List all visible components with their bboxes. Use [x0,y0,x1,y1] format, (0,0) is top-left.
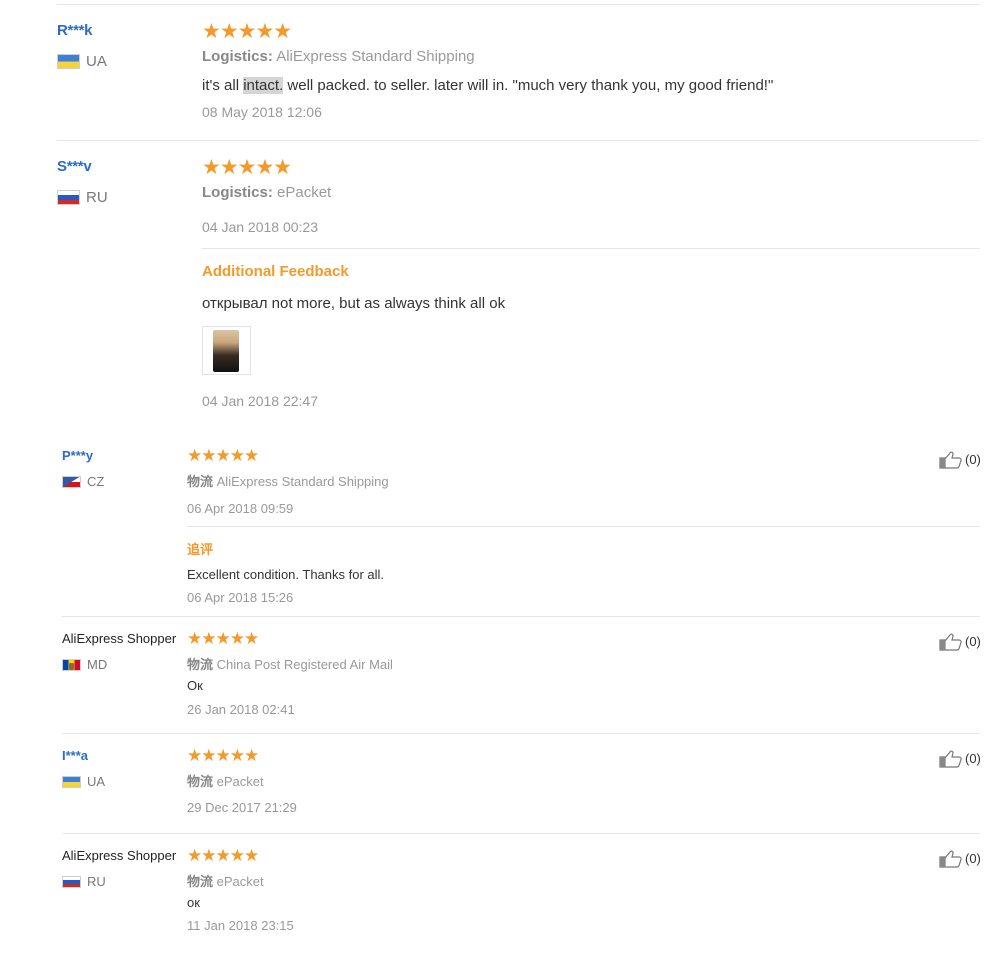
helpful-button[interactable]: (0) [939,849,981,868]
country-code: UA [86,53,107,70]
additional-feedback-label: Additional Feedback [202,263,349,280]
ukraine-flag-icon [57,53,80,69]
star-rating: ★★★★★ [187,746,259,765]
review-date: 06 Apr 2018 09:59 [187,501,294,516]
divider [202,248,980,249]
country-code: MD [87,657,108,672]
reviewer-name: AliExpress Shopper [62,631,177,646]
review-text: it's all intact. well packed. to seller.… [202,77,773,94]
helpful-count: (0) [965,851,981,866]
reviewer-name[interactable]: I***a [62,748,88,763]
photo-image [213,330,239,372]
helpful-button[interactable]: (0) [939,749,981,768]
review-date: 29 Dec 2017 21:29 [187,800,297,815]
logistics-line: 物流 ePacket [187,871,264,890]
reviewer-country: RU [57,189,108,206]
additional-feedback-label: 追评 [187,542,214,557]
review-text-part: it's all [202,77,244,94]
country-code: UA [87,774,106,789]
divider [187,526,980,527]
review-date: 08 May 2018 12:06 [202,104,322,120]
russia-flag-icon [57,189,80,205]
reviewer-name[interactable]: P***y [62,448,93,463]
logistics-label: 物流 [187,774,214,789]
review-date: 26 Jan 2018 02:41 [187,702,295,717]
reviewer-country: UA [57,53,107,70]
logistics-value: AliExpress Standard Shipping [216,474,389,489]
helpful-count: (0) [965,751,981,766]
review-text: Ок [187,678,203,693]
country-code: RU [87,874,106,889]
review-date: 11 Jan 2018 23:15 [187,918,294,933]
reviewer-country: MD [62,657,107,672]
reviewer-country: RU [62,874,106,889]
logistics-label: 物流 [187,474,214,489]
country-code: CZ [87,474,105,489]
helpful-count: (0) [965,452,981,467]
thumbs-up-icon [939,633,962,651]
czech-flag-icon [62,475,81,488]
star-rating: ★★★★★ [187,846,259,865]
logistics-value: ePacket [216,774,264,789]
reviewer-country: CZ [62,474,104,489]
divider [62,733,980,734]
logistics-label: Logistics: [202,184,273,201]
additional-feedback-text: открывал not more, but as always think a… [202,295,506,312]
reviewer-name[interactable]: R***k [57,22,92,39]
review-text-part: well packed. to seller. later will in. "… [283,77,774,94]
thumbs-up-icon [939,750,962,768]
star-rating: ★★★★★ [187,629,259,648]
divider [62,833,980,834]
thumbs-up-icon [939,451,962,469]
reviewer-country: UA [62,774,105,789]
reviewer-name[interactable]: S***v [57,158,92,175]
ukraine-flag-icon [62,775,81,788]
additional-feedback-date: 04 Jan 2018 22:47 [202,393,318,409]
star-rating: ★★★★★ [187,446,259,465]
logistics-value: China Post Registered Air Mail [216,657,393,672]
logistics-line: 物流 China Post Registered Air Mail [187,654,393,673]
thumbs-up-icon [939,850,962,868]
helpful-count: (0) [965,634,981,649]
logistics-line: Logistics: ePacket [202,184,331,201]
review-text: ок [187,895,200,910]
reviewer-name: AliExpress Shopper [62,848,177,863]
logistics-label: Logistics: [202,48,273,65]
divider [57,140,980,141]
logistics-line: 物流 AliExpress Standard Shipping [187,471,389,490]
logistics-value: AliExpress Standard Shipping [276,48,475,65]
logistics-line: 物流 ePacket [187,771,264,790]
country-code: RU [86,189,108,206]
moldova-flag-icon [62,658,81,671]
russia-flag-icon [62,875,81,888]
logistics-label: 物流 [187,657,214,672]
helpful-button[interactable]: (0) [939,632,981,651]
star-rating: ★★★★★ [202,20,292,43]
additional-feedback-date: 06 Apr 2018 15:26 [187,590,294,605]
review-date: 04 Jan 2018 00:23 [202,219,318,235]
additional-feedback-text: Excellent condition. Thanks for all. [187,567,385,582]
helpful-button[interactable]: (0) [939,450,981,469]
logistics-value: ePacket [216,874,264,889]
divider [57,4,980,5]
feedback-list: { "colors": { "star": "#f39a2b", "name_l… [0,0,1000,958]
star-rating: ★★★★★ [202,156,292,179]
logistics-value: ePacket [277,184,332,201]
logistics-line: Logistics: AliExpress Standard Shipping [202,48,475,65]
logistics-label: 物流 [187,874,214,889]
highlighted-word: intact. [243,77,284,94]
divider [62,616,980,617]
feedback-photo-thumbnail[interactable] [202,326,251,375]
